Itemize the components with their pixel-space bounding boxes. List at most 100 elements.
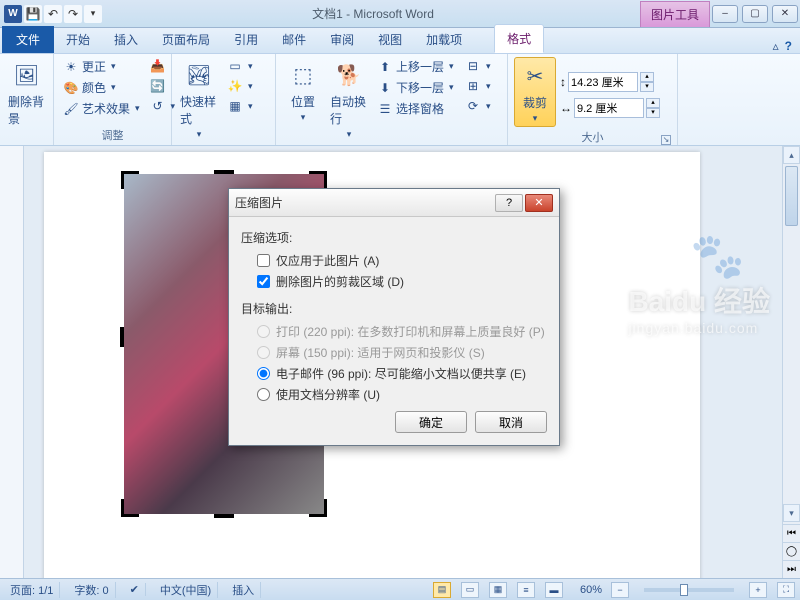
scroll-down-icon[interactable]: ▾ — [783, 504, 800, 522]
ok-button[interactable]: 确定 — [395, 411, 467, 433]
crop-handle-left[interactable] — [120, 327, 124, 347]
draft-view-icon[interactable]: ▬ — [545, 582, 563, 598]
help-icon[interactable]: ? — [785, 39, 792, 53]
undo-icon[interactable]: ↶ — [44, 5, 62, 23]
dialog-close-button[interactable]: ✕ — [525, 194, 553, 212]
fullscreen-toggle-icon[interactable]: ⛶ — [777, 582, 795, 598]
zoom-level[interactable]: 60% — [580, 584, 602, 596]
outline-view-icon[interactable]: ≡ — [517, 582, 535, 598]
tab-home[interactable]: 开始 — [54, 26, 102, 53]
vertical-scrollbar[interactable]: ▴ ⏮ ◯ ⏭ ▾ — [782, 146, 800, 578]
docres-radio[interactable] — [257, 388, 270, 401]
zoom-slider-knob[interactable] — [680, 584, 688, 596]
align-icon: ⊟ — [465, 58, 481, 74]
word-app-icon: W — [4, 5, 22, 23]
tab-page-layout[interactable]: 页面布局 — [150, 26, 222, 53]
quick-access-toolbar: W 💾 ↶ ↷ ▾ — [0, 5, 106, 23]
size-launcher[interactable]: ↘ — [661, 135, 671, 145]
minimize-button[interactable]: – — [712, 5, 738, 23]
email-radio[interactable] — [257, 367, 270, 380]
scroll-up-icon[interactable]: ▴ — [783, 146, 800, 164]
group-button[interactable]: ⊞ — [462, 77, 494, 95]
apply-only-checkbox[interactable] — [257, 254, 270, 267]
crop-handle-top[interactable] — [214, 170, 234, 174]
page-number[interactable]: 页面: 1/1 — [4, 582, 60, 598]
height-down[interactable]: ▾ — [640, 82, 654, 92]
picture-layout-button[interactable]: ▦ — [224, 97, 256, 115]
width-down[interactable]: ▾ — [646, 108, 660, 118]
delete-cropped-checkbox-row[interactable]: 删除图片的剪裁区域 (D) — [241, 271, 547, 292]
remove-bg-label: 删除背景 — [8, 93, 45, 127]
artistic-effects-button[interactable]: 🖌艺术效果 — [60, 99, 143, 118]
corrections-button[interactable]: ☀更正 — [60, 57, 143, 76]
height-field[interactable] — [568, 72, 638, 92]
next-page-icon[interactable]: ⏭ — [783, 560, 800, 578]
prev-page-icon[interactable]: ⏮ — [783, 524, 800, 542]
effects-icon: ✨ — [227, 78, 243, 94]
tab-mailings[interactable]: 邮件 — [270, 26, 318, 53]
color-button[interactable]: 🎨颜色 — [60, 78, 143, 97]
qat-customize-icon[interactable]: ▾ — [84, 5, 102, 23]
web-layout-view-icon[interactable]: ▦ — [489, 582, 507, 598]
scroll-thumb[interactable] — [785, 166, 798, 226]
rotate-button[interactable]: ⟳ — [462, 97, 494, 115]
crop-handle-bl[interactable] — [121, 499, 139, 517]
browse-object-icon[interactable]: ◯ — [783, 542, 800, 560]
tab-view[interactable]: 视图 — [366, 26, 414, 53]
save-icon[interactable]: 💾 — [24, 5, 42, 23]
vertical-ruler[interactable] — [0, 146, 24, 578]
print-layout-view-icon[interactable]: ▤ — [433, 582, 451, 598]
remove-background-button[interactable]: 🖼 删除背景 — [6, 57, 47, 129]
quick-styles-button[interactable]: 🏞 快速样式 ▾ — [178, 57, 220, 142]
status-bar: 页面: 1/1 字数: 0 ✔ 中文(中国) 插入 ▤ ▭ ▦ ≡ ▬ 60% … — [0, 578, 800, 600]
screen-radio-label: 屏幕 (150 ppi): 适用于网页和投影仪 (S) — [276, 344, 485, 361]
wrap-text-button[interactable]: 🐕自动换行▾ — [328, 57, 370, 142]
maximize-button[interactable]: ▢ — [742, 5, 768, 23]
cancel-button[interactable]: 取消 — [475, 411, 547, 433]
width-icon: ↔ — [560, 101, 572, 115]
reset-icon: ↺ — [150, 98, 166, 114]
full-screen-view-icon[interactable]: ▭ — [461, 582, 479, 598]
word-count[interactable]: 字数: 0 — [68, 582, 115, 598]
docres-radio-row[interactable]: 使用文档分辨率 (U) — [241, 384, 547, 405]
title-bar: W 💾 ↶ ↷ ▾ 文档1 - Microsoft Word 图片工具 – ▢ … — [0, 0, 800, 28]
crop-handle-tr[interactable] — [309, 171, 327, 189]
tab-file[interactable]: 文件 — [2, 26, 54, 53]
apply-only-checkbox-row[interactable]: 仅应用于此图片 (A) — [241, 250, 547, 271]
tab-insert[interactable]: 插入 — [102, 26, 150, 53]
crop-handle-tl[interactable] — [121, 171, 139, 189]
zoom-in-button[interactable]: + — [749, 582, 767, 598]
width-up[interactable]: ▴ — [646, 98, 660, 108]
align-button[interactable]: ⊟ — [462, 57, 494, 75]
crop-handle-bottom[interactable] — [214, 514, 234, 518]
redo-icon[interactable]: ↷ — [64, 5, 82, 23]
width-field[interactable] — [574, 98, 644, 118]
proofing-icon[interactable]: ✔ — [124, 583, 146, 596]
tab-references[interactable]: 引用 — [222, 26, 270, 53]
tab-addins[interactable]: 加载项 — [414, 26, 474, 53]
position-button[interactable]: ⬚位置▾ — [282, 57, 324, 125]
remove-bg-icon: 🖼 — [11, 59, 43, 91]
bring-forward-button[interactable]: ⬆上移一层 — [374, 57, 458, 76]
dialog-help-button[interactable]: ? — [495, 194, 523, 212]
picture-effects-button[interactable]: ✨ — [224, 77, 256, 95]
selection-pane-button[interactable]: ☰选择窗格 — [374, 99, 458, 118]
tab-format[interactable]: 格式 — [494, 24, 544, 53]
send-backward-button[interactable]: ⬇下移一层 — [374, 78, 458, 97]
crop-button[interactable]: ✂裁剪▾ — [514, 57, 556, 127]
zoom-slider[interactable] — [644, 588, 734, 592]
close-button[interactable]: ✕ — [772, 5, 798, 23]
crop-handle-br[interactable] — [309, 499, 327, 517]
dialog-titlebar[interactable]: 压缩图片 ? ✕ — [229, 189, 559, 217]
size-group-label: 大小↘ — [514, 127, 671, 147]
tab-review[interactable]: 审阅 — [318, 26, 366, 53]
language[interactable]: 中文(中国) — [154, 582, 218, 598]
email-radio-row[interactable]: 电子邮件 (96 ppi): 尽可能缩小文档以便共享 (E) — [241, 363, 547, 384]
picture-border-button[interactable]: ▭ — [224, 57, 256, 75]
height-up[interactable]: ▴ — [640, 72, 654, 82]
zoom-out-button[interactable]: − — [611, 582, 629, 598]
email-radio-label: 电子邮件 (96 ppi): 尽可能缩小文档以便共享 (E) — [276, 365, 526, 382]
minimize-ribbon-icon[interactable]: ▵ — [773, 39, 779, 53]
delete-cropped-checkbox[interactable] — [257, 275, 270, 288]
insert-mode[interactable]: 插入 — [226, 582, 261, 598]
